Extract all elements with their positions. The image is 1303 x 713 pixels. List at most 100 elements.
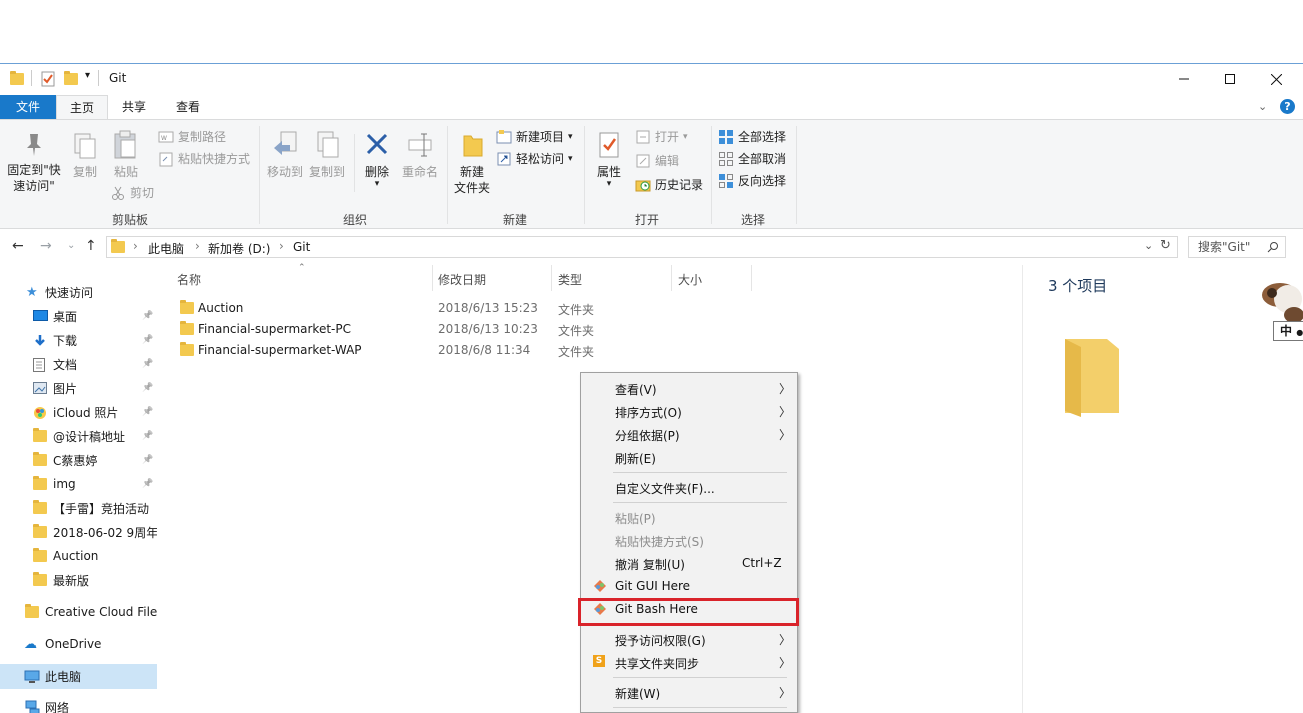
file-row[interactable]: Auction 2018/6/13 15:23 文件夹 [172, 298, 632, 319]
menu-item-share-sync[interactable]: S 共享文件夹同步 〉 [583, 651, 795, 674]
address-bar[interactable]: › 此电脑 › 新加卷 (D:) › Git ⌄ ↻ [106, 236, 1178, 258]
column-separator[interactable] [751, 265, 752, 291]
column-name[interactable]: 名称 [177, 271, 201, 288]
pin-icon[interactable]: 📌 [142, 407, 153, 417]
new-folder-qa-icon[interactable] [64, 71, 78, 85]
menu-item-paste-shortcut[interactable]: 粘贴快捷方式(S) [583, 529, 795, 552]
menu-item-new[interactable]: 新建(W) 〉 [583, 681, 795, 704]
cut-button[interactable]: 剪切 [110, 183, 154, 203]
nav-quick-access[interactable]: ★ 快速访问 [0, 280, 157, 304]
pin-icon[interactable]: 📌 [142, 431, 153, 441]
column-separator[interactable] [432, 265, 433, 291]
properties-qa-icon[interactable] [41, 71, 55, 87]
forward-arrow-icon[interactable]: → [40, 238, 52, 254]
nav-item[interactable]: @设计稿地址 📌 [0, 424, 157, 448]
file-row[interactable]: Financial-supermarket-PC 2018/6/13 10:23 文… [172, 319, 632, 340]
breadcrumb-this-pc[interactable]: 此电脑 [148, 240, 184, 257]
help-icon[interactable]: ? [1280, 99, 1295, 114]
invert-selection-button[interactable]: 反向选择 [718, 171, 786, 191]
column-date[interactable]: 修改日期 [438, 271, 486, 288]
ime-indicator[interactable]: 中 ● [1273, 321, 1303, 341]
menu-item-group-by[interactable]: 分组依据(P) 〉 [583, 423, 795, 446]
nav-item[interactable]: 文档 📌 [0, 352, 157, 376]
column-separator[interactable] [671, 265, 672, 291]
refresh-icon[interactable]: ↻ [1160, 238, 1171, 253]
maximize-button[interactable] [1207, 64, 1253, 94]
nav-item[interactable]: 图片 📌 [0, 376, 157, 400]
paste-button[interactable]: 粘贴 [108, 130, 144, 180]
menu-item-undo[interactable]: 撤消 复制(U) Ctrl+Z [583, 552, 795, 575]
close-button[interactable] [1253, 64, 1299, 94]
up-arrow-icon[interactable]: ↑ [85, 238, 97, 254]
breadcrumb-separator[interactable]: › [195, 239, 200, 253]
pin-quick-access-button[interactable]: 固定到"快 速访问" [2, 132, 66, 194]
pin-icon[interactable]: 📌 [142, 383, 153, 393]
history-button[interactable]: 历史记录 [635, 175, 703, 195]
ribbon-collapse-icon[interactable]: ⌄ [1258, 100, 1267, 113]
new-item-button[interactable]: 新建项目 ▾ [496, 127, 573, 147]
menu-item-sort[interactable]: 排序方式(O) 〉 [583, 400, 795, 423]
select-all-button[interactable]: 全部选择 [718, 127, 786, 147]
ime-label: 中 [1280, 324, 1293, 338]
select-none-button[interactable]: 全部取消 [718, 149, 786, 169]
breadcrumb-drive[interactable]: 新加卷 (D:) [208, 240, 270, 257]
nav-item[interactable]: 【手雷】竞拍活动 [0, 496, 157, 520]
pin-icon[interactable]: 📌 [142, 455, 153, 465]
properties-button[interactable]: 属性 ▾ [590, 130, 628, 189]
nav-item[interactable]: 最新版 [0, 568, 157, 592]
tab-file[interactable]: 文件 [0, 95, 56, 119]
move-to-button[interactable]: 移动到 [264, 130, 306, 180]
properties-dropdown-icon[interactable]: ▾ [590, 180, 628, 189]
back-arrow-icon[interactable]: ← [12, 238, 24, 254]
recent-dropdown-icon[interactable]: ⌄ [67, 240, 75, 251]
open-button[interactable]: 打开 ▾ [635, 127, 703, 147]
nav-network[interactable]: 网络 [0, 695, 157, 713]
pin-icon[interactable]: 📌 [142, 359, 153, 369]
new-folder-button[interactable]: 新建 文件夹 [452, 130, 492, 196]
delete-dropdown-icon[interactable]: ▾ [360, 180, 394, 189]
pin-icon[interactable]: 📌 [142, 479, 153, 489]
search-icon[interactable] [1267, 239, 1279, 259]
nav-this-pc[interactable]: 此电脑 [0, 664, 157, 689]
breadcrumb-git[interactable]: Git [293, 240, 310, 254]
nav-onedrive[interactable]: ☁ OneDrive [0, 632, 157, 656]
search-box[interactable]: 搜索"Git" [1188, 236, 1286, 258]
menu-item-view[interactable]: 查看(V) 〉 [583, 377, 795, 400]
delete-button[interactable]: 删除 ▾ [360, 130, 394, 189]
nav-creative-cloud[interactable]: Creative Cloud Files [0, 600, 157, 624]
menu-item-refresh[interactable]: 刷新(E) [583, 446, 795, 469]
column-separator[interactable] [551, 265, 552, 291]
nav-item[interactable]: 下载 📌 [0, 328, 157, 352]
nav-item[interactable]: iCloud 照片 📌 [0, 400, 157, 424]
nav-item[interactable]: 桌面 📌 [0, 304, 157, 328]
nav-item[interactable]: img 📌 [0, 472, 157, 496]
paste-shortcut-button[interactable]: 粘贴快捷方式 [158, 149, 250, 169]
qa-dropdown-icon[interactable]: ▾ [85, 70, 90, 81]
easy-access-button[interactable]: 轻松访问 ▾ [496, 149, 573, 169]
edit-button[interactable]: 编辑 [635, 151, 703, 171]
column-size[interactable]: 大小 [678, 271, 702, 288]
menu-item-grant-access[interactable]: 授予访问权限(G) 〉 [583, 628, 795, 651]
breadcrumb-separator[interactable]: › [279, 239, 284, 253]
address-dropdown-icon[interactable]: ⌄ [1144, 239, 1153, 252]
pin-icon[interactable]: 📌 [142, 311, 153, 321]
minimize-button[interactable] [1161, 64, 1207, 94]
copy-button[interactable]: 复制 [68, 132, 102, 180]
tab-view[interactable]: 查看 [162, 95, 214, 119]
column-type[interactable]: 类型 [558, 271, 582, 288]
rename-button[interactable]: 重命名 [398, 130, 442, 180]
nav-item[interactable]: 2018-06-02 9周年 [0, 520, 157, 544]
copy-to-button[interactable]: 复制到 [306, 130, 348, 180]
file-row[interactable]: Financial-supermarket-WAP 2018/6/8 11:34 文… [172, 340, 632, 361]
pin-icon[interactable]: 📌 [142, 335, 153, 345]
copy-path-button[interactable]: W 复制路径 [158, 127, 250, 147]
menu-item-paste[interactable]: 粘贴(P) [583, 506, 795, 529]
nav-item[interactable]: Auction [0, 544, 157, 568]
breadcrumb-separator[interactable]: › [133, 239, 138, 253]
tab-home[interactable]: 主页 [56, 95, 108, 119]
menu-item-customize[interactable]: 自定义文件夹(F)... [583, 476, 795, 499]
tab-share[interactable]: 共享 [110, 95, 158, 119]
nav-item[interactable]: C蔡惠婷 📌 [0, 448, 157, 472]
nav-label: 桌面 [53, 309, 78, 324]
menu-item-git-gui[interactable]: Git GUI Here [583, 575, 795, 598]
